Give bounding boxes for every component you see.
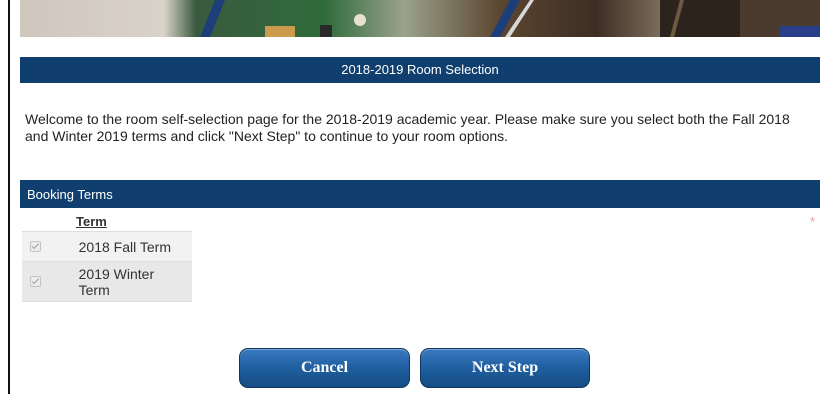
page-title-bar: 2018-2019 Room Selection xyxy=(20,57,820,83)
term-label-winter: 2019 Winter Term xyxy=(77,261,192,302)
required-asterisk: * xyxy=(810,214,816,229)
booking-terms-title: Booking Terms xyxy=(27,187,113,202)
term-column-header: Term xyxy=(22,212,192,232)
checkbox-cell xyxy=(22,261,78,302)
header-banner-image xyxy=(20,0,820,37)
banner-graphic xyxy=(200,0,820,37)
term-column-label: Term xyxy=(76,214,107,229)
intro-text: Welcome to the room self-selection page … xyxy=(25,111,790,144)
page-title: 2018-2019 Room Selection xyxy=(341,62,499,77)
checkbox-cell xyxy=(22,231,78,262)
table-row: 2018 Fall Term xyxy=(22,231,192,262)
next-step-button[interactable]: Next Step xyxy=(420,348,590,388)
term-checkbox-winter[interactable] xyxy=(30,275,41,287)
page-left-border xyxy=(8,0,10,394)
term-label-fall: 2018 Fall Term xyxy=(77,231,192,262)
booking-terms-header: Booking Terms xyxy=(20,180,820,208)
cancel-button[interactable]: Cancel xyxy=(239,348,410,388)
term-checkbox-fall[interactable] xyxy=(30,240,41,252)
booking-terms-table: Term 2018 Fall Term 2019 Winter Term xyxy=(22,212,192,302)
table-row: 2019 Winter Term xyxy=(22,261,192,302)
